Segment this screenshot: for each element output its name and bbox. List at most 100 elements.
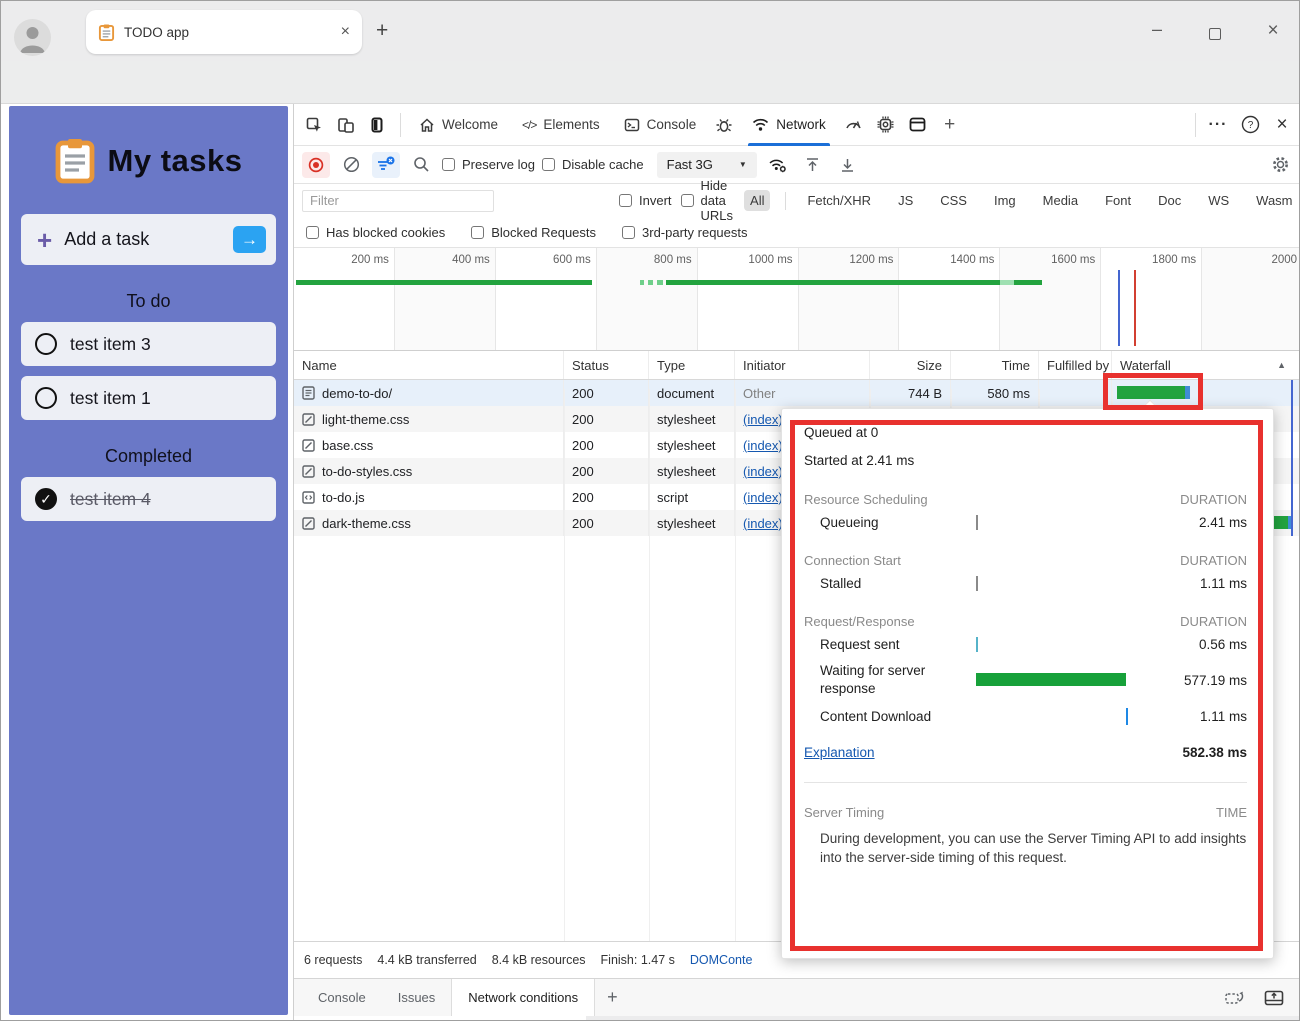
initiator-link[interactable]: (index) bbox=[743, 438, 783, 453]
content-download-tick-marker bbox=[1126, 708, 1128, 725]
browser-tab[interactable]: TODO app × bbox=[86, 10, 362, 54]
search-icon[interactable] bbox=[407, 152, 435, 178]
duration-column-header: DURATION bbox=[1180, 492, 1247, 507]
todo-app-title: My tasks bbox=[108, 143, 243, 179]
memory-icon[interactable] bbox=[872, 112, 900, 138]
filter-pill[interactable]: CSS bbox=[934, 190, 973, 211]
filter-pill[interactable]: Media bbox=[1037, 190, 1084, 211]
has-blocked-cookies-checkbox[interactable]: Has blocked cookies bbox=[306, 225, 445, 240]
summary-domcontentloaded: DOMConte bbox=[690, 953, 753, 967]
window-minimize-button[interactable]: – bbox=[1143, 19, 1171, 40]
column-header-time[interactable]: Time bbox=[951, 351, 1039, 379]
add-task-field[interactable]: + Add a task → bbox=[21, 214, 276, 265]
disable-cache-checkbox[interactable]: Disable cache bbox=[542, 157, 644, 172]
waterfall-bar[interactable] bbox=[1274, 516, 1288, 529]
timing-row-stalled: Stalled 1.11 ms bbox=[804, 568, 1247, 598]
timing-label: Content Download bbox=[804, 709, 976, 724]
checkbox-icon[interactable] bbox=[542, 158, 555, 171]
record-network-log-button[interactable] bbox=[302, 152, 330, 178]
checkbox-icon[interactable] bbox=[306, 226, 319, 239]
devtools-more-menu-button[interactable]: ··· bbox=[1204, 112, 1232, 138]
export-har-icon[interactable] bbox=[834, 152, 862, 178]
task-checkbox[interactable] bbox=[35, 333, 57, 355]
todo-item[interactable]: test item 3 bbox=[21, 322, 276, 366]
initiator-link[interactable]: (index) bbox=[743, 464, 783, 479]
import-har-icon[interactable] bbox=[799, 152, 827, 178]
column-header-name[interactable]: Name bbox=[294, 351, 564, 379]
add-task-submit-button[interactable]: → bbox=[233, 226, 266, 253]
timing-row-waiting: Waiting for server response 577.19 ms bbox=[804, 659, 1247, 701]
checkbox-icon[interactable] bbox=[442, 158, 455, 171]
network-conditions-icon[interactable] bbox=[764, 152, 792, 178]
filter-pill[interactable]: WS bbox=[1202, 190, 1235, 211]
window-close-button[interactable]: × bbox=[1259, 20, 1287, 42]
filter-pill[interactable]: JS bbox=[892, 190, 919, 211]
task-checkbox[interactable] bbox=[35, 387, 57, 409]
filter-pill[interactable]: Font bbox=[1099, 190, 1137, 211]
focus-mode-icon[interactable] bbox=[364, 112, 392, 138]
tab-close-icon[interactable]: × bbox=[341, 23, 350, 41]
column-header-initiator[interactable]: Initiator bbox=[735, 351, 870, 379]
column-header-type[interactable]: Type bbox=[649, 351, 735, 379]
initiator-link[interactable]: (index) bbox=[743, 516, 783, 531]
tab-console[interactable]: Console bbox=[614, 104, 707, 146]
window-maximize-button[interactable] bbox=[1209, 28, 1221, 40]
profile-avatar[interactable] bbox=[14, 19, 51, 56]
column-header-fulfilled-by[interactable]: Fulfilled by bbox=[1039, 351, 1112, 379]
column-header-size[interactable]: Size bbox=[870, 351, 951, 379]
inspect-element-icon[interactable] bbox=[300, 112, 328, 138]
checkbox-label: Hide data URLs bbox=[701, 178, 734, 223]
checkbox-icon[interactable] bbox=[619, 194, 632, 207]
drawer-tab-network-conditions[interactable]: Network conditions bbox=[451, 979, 595, 1016]
tab-elements[interactable]: </> Elements bbox=[512, 104, 610, 146]
filter-pill[interactable]: Fetch/XHR bbox=[801, 190, 877, 211]
network-overview-timeline[interactable]: 200 ms 400 ms 600 ms 800 ms 1000 ms 1200… bbox=[294, 248, 1300, 351]
filter-pill[interactable]: Wasm bbox=[1250, 190, 1298, 211]
column-header-status[interactable]: Status bbox=[564, 351, 649, 379]
completed-item[interactable]: ✓ test item 4 bbox=[21, 477, 276, 521]
drawer-tab-issues[interactable]: Issues bbox=[382, 979, 452, 1016]
initiator-link[interactable]: (index) bbox=[743, 412, 783, 427]
timing-row-queueing: Queueing 2.41 ms bbox=[804, 507, 1247, 537]
filter-pill[interactable]: Img bbox=[988, 190, 1022, 211]
checkbox-icon[interactable] bbox=[471, 226, 484, 239]
todo-item[interactable]: test item 1 bbox=[21, 376, 276, 420]
rotate-device-icon[interactable] bbox=[1224, 989, 1246, 1007]
expand-quick-view-icon[interactable] bbox=[1264, 989, 1284, 1007]
devtools-close-button[interactable]: × bbox=[1268, 112, 1296, 138]
tab-welcome[interactable]: Welcome bbox=[409, 104, 508, 146]
network-settings-gear-icon[interactable] bbox=[1266, 152, 1294, 178]
tab-network[interactable]: Network bbox=[742, 104, 836, 146]
more-tabs-button[interactable]: + bbox=[936, 112, 964, 138]
performance-icon[interactable] bbox=[840, 112, 868, 138]
task-checkbox-checked[interactable]: ✓ bbox=[35, 488, 57, 510]
filter-pill-all[interactable]: All bbox=[744, 190, 770, 211]
section-title-request-response: Request/Response bbox=[804, 614, 915, 629]
checkbox-icon[interactable] bbox=[622, 226, 635, 239]
filter-input[interactable] bbox=[302, 190, 494, 212]
timeline-tick: 400 ms bbox=[395, 248, 496, 350]
throttling-dropdown[interactable]: Fast 3G ▼ bbox=[657, 152, 757, 178]
preserve-log-checkbox[interactable]: Preserve log bbox=[442, 157, 535, 172]
filter-toggle-button[interactable] bbox=[372, 152, 400, 178]
application-icon[interactable] bbox=[904, 112, 932, 138]
explanation-link[interactable]: Explanation bbox=[804, 745, 875, 760]
checkbox-icon[interactable] bbox=[681, 194, 694, 207]
clear-network-log-button[interactable] bbox=[337, 152, 365, 178]
timing-label: Waiting for server response bbox=[804, 662, 976, 697]
filter-pill[interactable]: Doc bbox=[1152, 190, 1187, 211]
new-tab-button[interactable]: + bbox=[376, 23, 388, 39]
hide-data-urls-checkbox[interactable]: Hide data URLs bbox=[681, 178, 734, 223]
drawer-more-tools-button[interactable]: + bbox=[595, 987, 630, 1008]
initiator-link[interactable]: (index) bbox=[743, 490, 783, 505]
timeline-tick: 1200 ms bbox=[799, 248, 900, 350]
drawer-tab-console[interactable]: Console bbox=[302, 979, 382, 1016]
third-party-requests-checkbox[interactable]: 3rd-party requests bbox=[622, 225, 748, 240]
network-toolbar: Preserve log Disable cache Fast 3G ▼ bbox=[294, 146, 1300, 184]
device-emulation-icon[interactable] bbox=[332, 112, 360, 138]
debugger-bug-icon[interactable] bbox=[710, 112, 738, 138]
invert-checkbox[interactable]: Invert bbox=[619, 193, 672, 208]
add-task-label: Add a task bbox=[64, 229, 221, 250]
blocked-requests-checkbox[interactable]: Blocked Requests bbox=[471, 225, 596, 240]
help-icon[interactable]: ? bbox=[1236, 112, 1264, 138]
